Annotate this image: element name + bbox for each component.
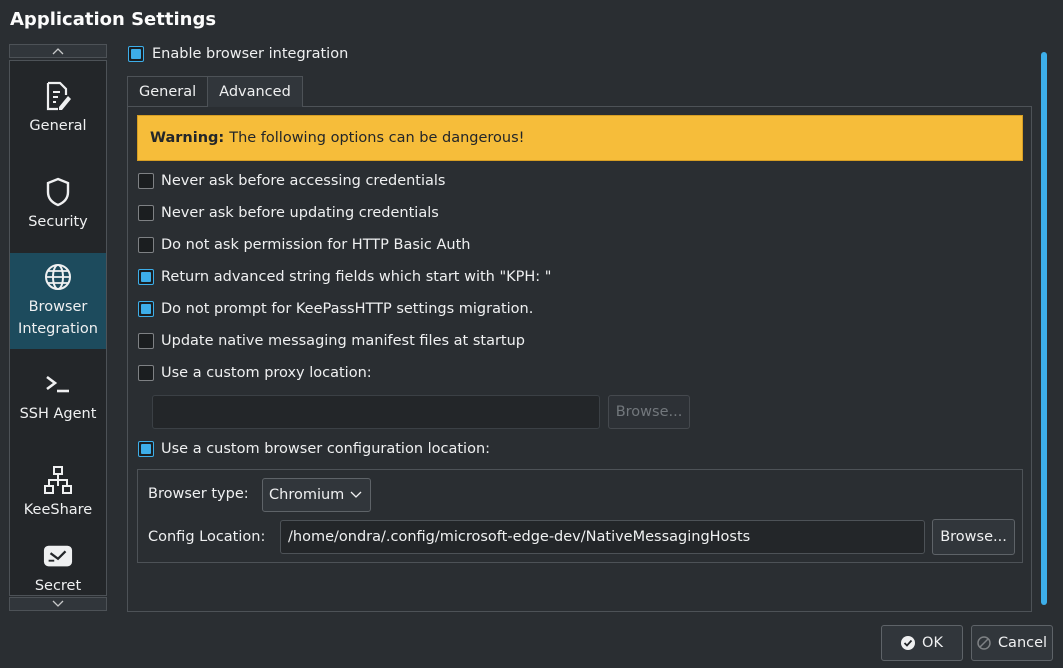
browser-type-value: Chromium — [269, 487, 345, 503]
proxy-browse-button[interactable]: Browse... — [608, 395, 690, 429]
chevron-down-icon — [52, 600, 64, 607]
tab-advanced[interactable]: Advanced — [207, 76, 303, 107]
checkmark-icon — [901, 636, 916, 650]
sidebar-scroll-up-button[interactable] — [9, 44, 107, 58]
sidebar-scroll-down-button[interactable] — [9, 597, 107, 611]
enable-browser-integration-checkbox[interactable] — [128, 46, 144, 62]
return-advanced-fields-checkbox[interactable] — [138, 269, 154, 285]
warning-title: Warning: — [150, 130, 225, 146]
option-never-ask-accessing[interactable]: Never ask before accessing credentials — [138, 173, 446, 189]
window-title: Application Settings — [10, 9, 217, 30]
custom-proxy-checkbox[interactable] — [138, 365, 154, 381]
custom-browser-config-group: Browser type: Chromium Config Location: … — [137, 469, 1023, 563]
ok-button[interactable]: OK — [881, 625, 963, 661]
config-location-input[interactable]: /home/ondra/.config/microsoft-edge-dev/N… — [280, 520, 925, 554]
settings-category-sidebar: General Security Browser Integration SSH… — [9, 60, 107, 596]
never-ask-updating-checkbox[interactable] — [138, 205, 154, 221]
browser-tabs: General Advanced — [127, 76, 303, 107]
enable-browser-integration-label: Enable browser integration — [152, 46, 349, 62]
option-custom-proxy[interactable]: Use a custom proxy location: — [138, 365, 372, 381]
sidebar-item-label: General — [29, 118, 87, 134]
option-update-manifest[interactable]: Update native messaging manifest files a… — [138, 333, 525, 349]
sidebar-item-general[interactable]: General — [10, 61, 106, 157]
sidebar-item-security[interactable]: Security — [10, 157, 106, 253]
sidebar-item-ssh-agent[interactable]: SSH Agent — [10, 349, 106, 445]
sidebar-item-label: Secret — [34, 578, 82, 594]
browser-type-label: Browser type: — [148, 486, 249, 502]
update-manifest-checkbox[interactable] — [138, 333, 154, 349]
proxy-location-input[interactable] — [152, 395, 600, 429]
keepasshttp-migration-checkbox[interactable] — [138, 301, 154, 317]
document-edit-icon — [43, 81, 73, 111]
sidebar-item-label: Security — [28, 214, 88, 230]
option-keepasshttp-migration[interactable]: Do not prompt for KeePassHTTP settings m… — [138, 301, 533, 317]
http-basic-auth-checkbox[interactable] — [138, 237, 154, 253]
sidebar-item-label: KeeShare — [23, 502, 93, 518]
enable-browser-integration-option[interactable]: Enable browser integration — [128, 46, 348, 62]
vertical-scrollbar[interactable] — [1041, 52, 1047, 605]
option-http-basic-auth[interactable]: Do not ask permission for HTTP Basic Aut… — [138, 237, 470, 253]
option-label: Do not ask permission for HTTP Basic Aut… — [161, 237, 471, 253]
option-label: Never ask before updating credentials — [161, 205, 439, 221]
option-label: Do not prompt for KeePassHTTP settings m… — [161, 301, 534, 317]
sidebar-item-label: Browser Integration — [18, 299, 98, 337]
chevron-down-icon — [350, 491, 362, 498]
sidebar-item-browser-integration[interactable]: Browser Integration — [10, 253, 106, 349]
option-label: Use a custom browser configuration locat… — [161, 441, 491, 457]
chevron-up-icon — [52, 48, 64, 55]
cancel-button[interactable]: Cancel — [971, 625, 1053, 661]
sidebar-item-label: SSH Agent — [19, 406, 97, 422]
config-location-label: Config Location: — [148, 529, 266, 545]
option-return-advanced-fields[interactable]: Return advanced string fields which star… — [138, 269, 551, 285]
advanced-tab-panel: Warning: The following options can be da… — [127, 106, 1032, 612]
browser-type-select[interactable]: Chromium — [262, 478, 371, 512]
option-label: Return advanced string fields which star… — [161, 269, 552, 285]
sidebar-item-keeshare[interactable]: KeeShare — [10, 445, 106, 541]
sidebar-item-secret-service[interactable]: Secret — [10, 541, 106, 594]
option-label: Never ask before accessing credentials — [161, 173, 446, 189]
terminal-icon — [43, 369, 73, 399]
cancel-icon — [977, 636, 991, 650]
cancel-label: Cancel — [997, 635, 1048, 651]
tab-general[interactable]: General — [127, 76, 209, 107]
network-icon — [43, 465, 73, 495]
secret-service-icon — [43, 541, 73, 571]
ok-label: OK — [922, 635, 943, 651]
shield-icon — [43, 177, 73, 207]
never-ask-accessing-checkbox[interactable] — [138, 173, 154, 189]
warning-text: The following options can be dangerous! — [229, 130, 525, 146]
warning-banner: Warning: The following options can be da… — [137, 115, 1023, 161]
option-never-ask-updating[interactable]: Never ask before updating credentials — [138, 205, 439, 221]
option-custom-browser-config[interactable]: Use a custom browser configuration locat… — [138, 441, 490, 457]
custom-browser-config-checkbox[interactable] — [138, 441, 154, 457]
option-label: Use a custom proxy location: — [161, 365, 372, 381]
option-label: Update native messaging manifest files a… — [161, 333, 525, 349]
config-browse-button[interactable]: Browse... — [932, 519, 1015, 555]
globe-icon — [43, 262, 73, 292]
